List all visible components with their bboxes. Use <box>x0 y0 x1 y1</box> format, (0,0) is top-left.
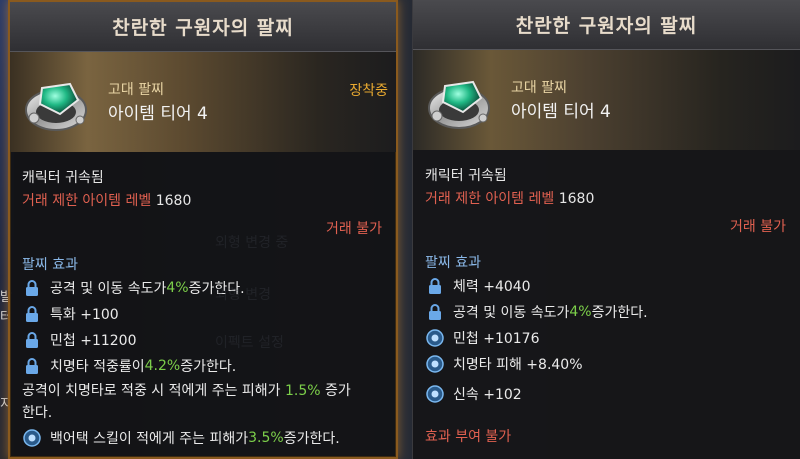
item-grade: 고대 팔찌 <box>108 82 164 98</box>
trade-level-value: 1680 <box>155 193 192 209</box>
effects-title: 팔찌 효과 <box>425 255 481 271</box>
lock-icon <box>429 304 441 320</box>
bg-menu-item: 외형 변경 중 <box>215 235 289 251</box>
effects-title: 팔찌 효과 <box>22 257 78 273</box>
item-title: 찬란한 구원자의 팔찌 <box>10 2 396 52</box>
gear-icon <box>426 355 444 373</box>
item-grade: 고대 팔찌 <box>511 80 567 96</box>
gear-icon <box>426 329 444 347</box>
bracelet-icon <box>25 82 87 131</box>
equipped-badge: 장착중 <box>349 83 388 99</box>
gear-icon <box>23 429 41 447</box>
trade-level-label: 거래 제한 아이템 레벨 <box>22 193 152 209</box>
crit-effect-text: 공격이 치명타로 적중 시 적에게 주는 피해가 1.5% 증가 한다. <box>22 383 351 421</box>
compare-item-tooltip: 찬란한 구원자의 팔찌 고대 팔찌 아이템 티어 4 캐릭터 귀속됨 거래 제한… <box>412 0 800 459</box>
item-tier: 아이템 티어 4 <box>511 102 611 122</box>
lock-icon <box>26 280 38 296</box>
no-effect-note: 효과 부여 불가 <box>425 429 512 445</box>
effect-row: 공격 및 이동 속도가 4% 증가한다. <box>425 302 648 322</box>
trade-level: 거래 제한 아이템 레벨 1680 <box>22 190 191 210</box>
trade-status: 거래 불가 <box>730 219 786 235</box>
item-title: 찬란한 구원자의 팔찌 <box>413 0 800 50</box>
gear-icon <box>426 385 444 403</box>
bound-status: 캐릭터 귀속됨 <box>22 170 104 186</box>
lock-icon <box>26 332 38 348</box>
item-summary: 고대 팔찌 아이템 티어 4 <box>413 50 800 150</box>
trade-level: 거래 제한 아이템 레벨 1680 <box>425 188 594 208</box>
bracelet-icon <box>428 80 490 129</box>
effect-row: 치명타 피해 +8.40% <box>425 354 583 374</box>
item-summary: 고대 팔찌 아이템 티어 4 장착중 <box>10 52 396 152</box>
effect-row: 민첩 +11200 <box>22 330 136 350</box>
trade-level-value: 1680 <box>558 191 595 207</box>
bg-menu-item: 외형 변경 <box>215 287 271 303</box>
trade-status: 거래 불가 <box>326 221 382 237</box>
bound-status: 캐릭터 귀속됨 <box>425 168 507 184</box>
effect-row: 신속 +102 <box>425 384 522 404</box>
lock-icon <box>26 306 38 322</box>
lock-icon <box>429 278 441 294</box>
trade-level-label: 거래 제한 아이템 레벨 <box>425 191 555 207</box>
effect-row: 특화 +100 <box>22 304 119 324</box>
effect-row: 치명타 적중률이 4.2% 증가한다. <box>22 356 236 376</box>
effect-row: 백어택 스킬이 적에게 주는 피해가 3.5% 증가한다. <box>22 428 340 448</box>
item-tier: 아이템 티어 4 <box>108 104 208 124</box>
bg-menu-item: 이펙트 설정 <box>215 335 284 351</box>
effect-row: 민첩 +10176 <box>425 328 539 348</box>
equipped-item-tooltip: 찬란한 구원자의 팔찌 고대 팔찌 아이템 티어 4 장착중 캐릭터 귀속됨 거… <box>8 0 398 459</box>
lock-icon <box>26 358 38 374</box>
effect-row: 공격 및 이동 속도가 4% 증가한다. <box>22 278 245 298</box>
effect-row: 체력 +4040 <box>425 276 531 296</box>
